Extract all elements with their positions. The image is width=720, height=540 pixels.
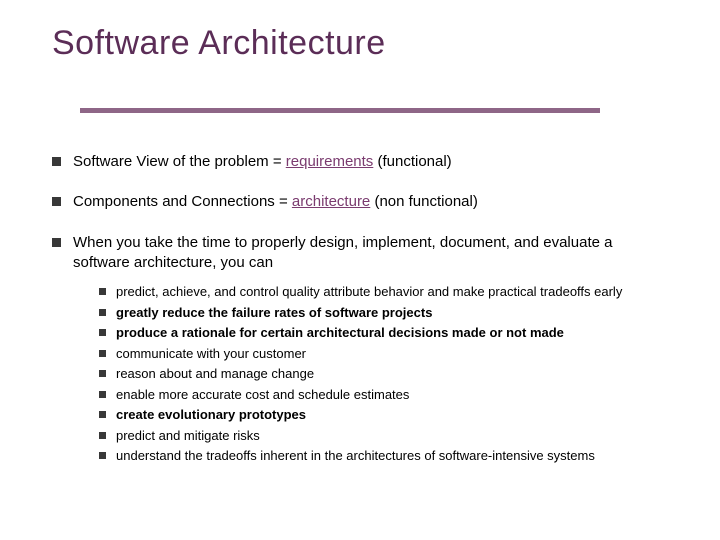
sub-bullet-text: reason about and manage change bbox=[116, 365, 672, 383]
slide-title: Software Architecture bbox=[52, 24, 386, 63]
bullet-3: When you take the time to properly desig… bbox=[52, 233, 672, 468]
square-bullet-icon bbox=[99, 370, 106, 377]
square-bullet-icon bbox=[52, 238, 61, 247]
square-bullet-icon bbox=[99, 411, 106, 418]
sub-bullet-text: predict, achieve, and control quality at… bbox=[116, 283, 672, 301]
bullet-2-highlight: architecture bbox=[292, 193, 370, 210]
bullet-3-prefix: When you take the time to properly desig… bbox=[73, 234, 612, 271]
sub-bullet: understand the tradeoffs inherent in the… bbox=[99, 447, 672, 465]
square-bullet-icon bbox=[99, 452, 106, 459]
square-bullet-icon bbox=[52, 197, 61, 206]
square-bullet-icon bbox=[99, 309, 106, 316]
sub-bullet: greatly reduce the failure rates of soft… bbox=[99, 304, 672, 322]
sub-bullet: enable more accurate cost and schedule e… bbox=[99, 386, 672, 404]
sub-bullet-text: understand the tradeoffs inherent in the… bbox=[116, 447, 672, 465]
sub-bullet: communicate with your customer bbox=[99, 345, 672, 363]
bullet-3-text: When you take the time to properly desig… bbox=[73, 233, 672, 468]
bullet-1-suffix: (functional) bbox=[373, 153, 451, 170]
slide-body: Software View of the problem = requireme… bbox=[52, 152, 672, 474]
bullet-1: Software View of the problem = requireme… bbox=[52, 152, 672, 172]
sub-bullet-text: create evolutionary prototypes bbox=[116, 406, 672, 424]
sub-bullet: create evolutionary prototypes bbox=[99, 406, 672, 424]
sub-bullet-list: predict, achieve, and control quality at… bbox=[99, 283, 672, 465]
square-bullet-icon bbox=[99, 391, 106, 398]
bullet-1-text: Software View of the problem = requireme… bbox=[73, 152, 672, 172]
sub-bullet-text: produce a rationale for certain architec… bbox=[116, 324, 672, 342]
sub-bullet-text: predict and mitigate risks bbox=[116, 427, 672, 445]
sub-bullet: predict and mitigate risks bbox=[99, 427, 672, 445]
sub-bullet: predict, achieve, and control quality at… bbox=[99, 283, 672, 301]
square-bullet-icon bbox=[99, 350, 106, 357]
title-rule bbox=[80, 108, 600, 113]
square-bullet-icon bbox=[99, 288, 106, 295]
sub-bullet-text: greatly reduce the failure rates of soft… bbox=[116, 304, 672, 322]
square-bullet-icon bbox=[99, 329, 106, 336]
bullet-2-text: Components and Connections = architectur… bbox=[73, 192, 672, 212]
sub-bullet-text: enable more accurate cost and schedule e… bbox=[116, 386, 672, 404]
bullet-1-highlight: requirements bbox=[286, 153, 374, 170]
square-bullet-icon bbox=[52, 157, 61, 166]
sub-bullet: produce a rationale for certain architec… bbox=[99, 324, 672, 342]
sub-bullet-text: communicate with your customer bbox=[116, 345, 672, 363]
bullet-2-prefix: Components and Connections = bbox=[73, 193, 292, 210]
bullet-2-suffix: (non functional) bbox=[370, 193, 478, 210]
bullet-2: Components and Connections = architectur… bbox=[52, 192, 672, 212]
sub-bullet: reason about and manage change bbox=[99, 365, 672, 383]
bullet-1-prefix: Software View of the problem = bbox=[73, 153, 286, 170]
square-bullet-icon bbox=[99, 432, 106, 439]
